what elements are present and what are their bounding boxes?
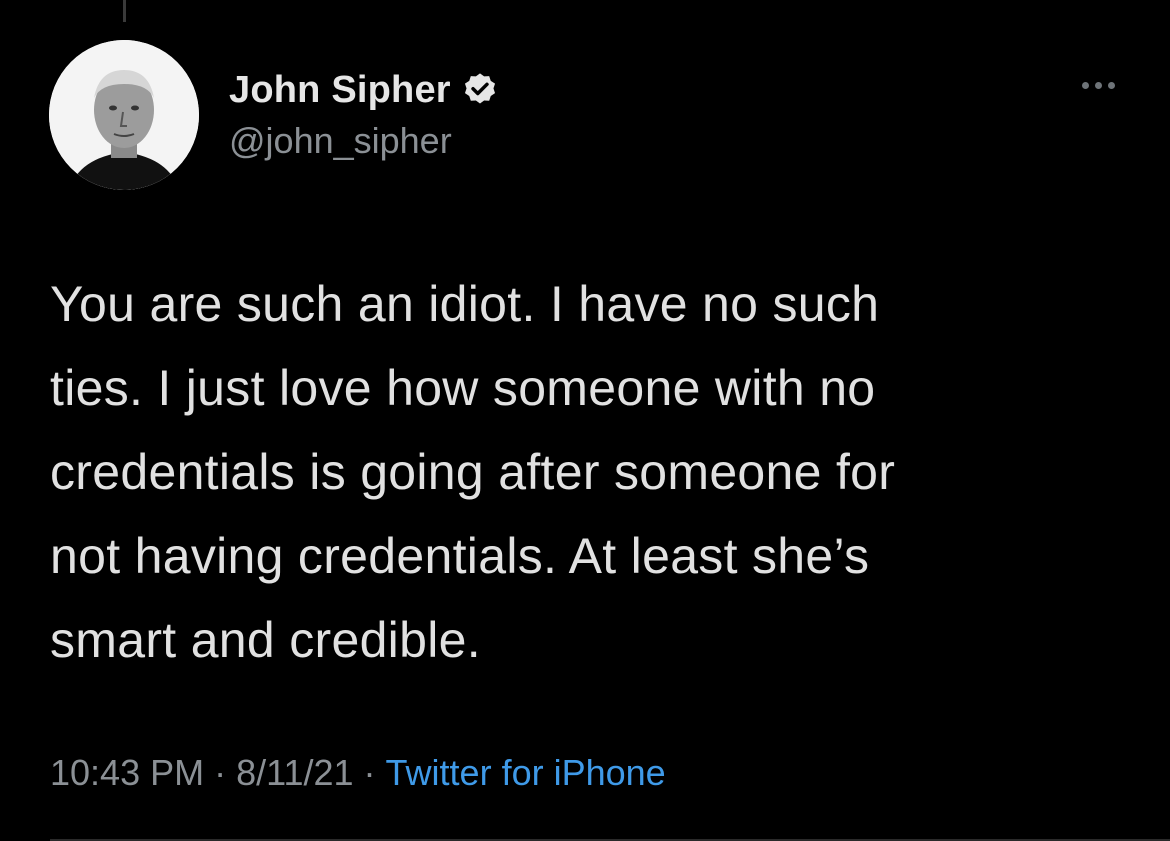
verified-badge-icon <box>461 71 499 109</box>
more-options-icon[interactable] <box>1082 82 1115 89</box>
more-dot <box>1082 82 1089 89</box>
tweet-source-link[interactable]: Twitter for iPhone <box>386 752 666 794</box>
tweet-author[interactable]: John Sipher @john_sipher <box>229 66 499 162</box>
meta-separator: · <box>214 752 227 793</box>
thread-connector-line <box>123 0 126 22</box>
author-name-row: John Sipher <box>229 66 499 114</box>
tweet-body-text: You are such an idiot. I have no such ti… <box>50 276 896 668</box>
author-display-name[interactable]: John Sipher <box>229 69 451 112</box>
tweet-date[interactable]: 8/11/21 <box>236 752 353 794</box>
profile-photo-icon <box>49 40 199 190</box>
meta-separator: · <box>363 752 376 793</box>
more-dot <box>1108 82 1115 89</box>
tweet-time[interactable]: 10:43 PM <box>50 752 204 794</box>
avatar[interactable] <box>49 40 199 190</box>
tweet-metadata: 10:43 PM · 8/11/21 · Twitter for iPhone <box>50 752 666 794</box>
more-dot <box>1095 82 1102 89</box>
author-handle[interactable]: @john_sipher <box>229 120 499 162</box>
